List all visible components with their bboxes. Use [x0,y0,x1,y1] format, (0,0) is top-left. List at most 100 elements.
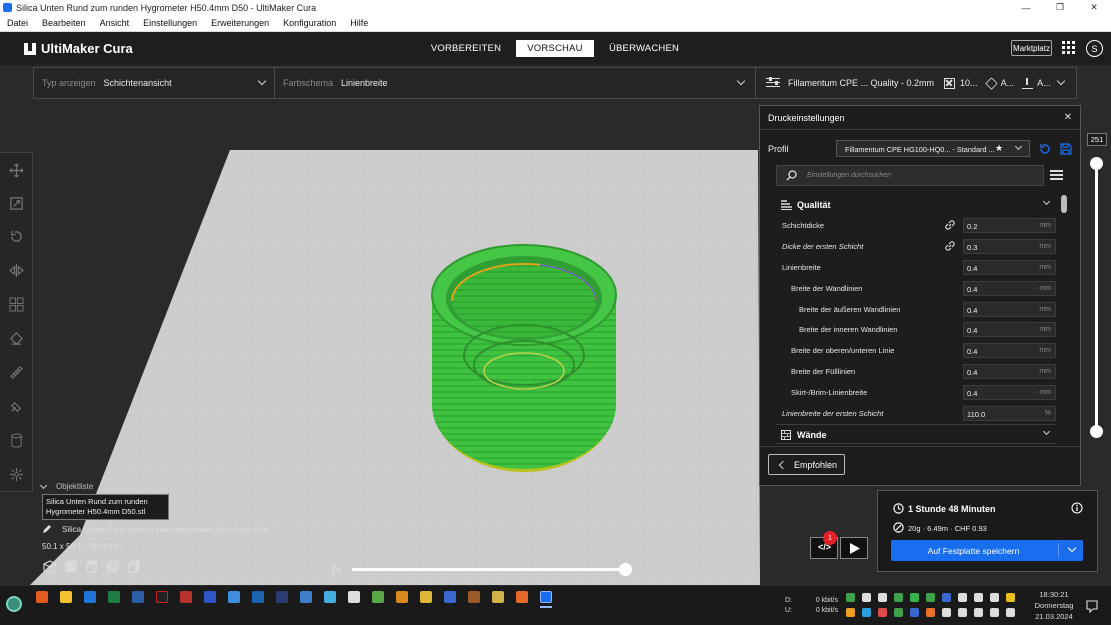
link-icon[interactable] [945,220,955,230]
object-list-item[interactable]: Silica Unten Rund zum runden Hygrometer … [42,524,268,534]
file-explorer-icon[interactable] [60,591,72,603]
tray-icon[interactable] [1006,593,1015,602]
move-tool-icon[interactable] [9,163,24,178]
tray-icon[interactable] [910,593,919,602]
play-button[interactable] [840,537,868,559]
app-grid-icon[interactable] [348,591,360,603]
tab-vorbereiten[interactable]: VORBEREITEN [428,40,504,57]
mirror-tool-icon[interactable] [9,263,24,278]
autodesk-icon[interactable] [156,591,168,603]
preview-slider-track[interactable] [352,568,626,571]
measure-tool-icon[interactable] [9,365,24,380]
restore-icon[interactable]: ❐ [1043,0,1077,15]
settings-scrollbar[interactable] [1061,195,1067,443]
outlook-icon[interactable] [84,591,96,603]
tray-icon[interactable] [878,593,887,602]
app-red-icon[interactable] [180,591,192,603]
save-to-disk-button[interactable]: Auf Festplatte speichern [891,540,1083,561]
breite-wandlinien-input[interactable]: 0.4 mm [963,281,1056,296]
marketplace-button[interactable]: Marktplatz [1011,40,1052,56]
object-list-toggle[interactable]: Objektliste [39,481,93,491]
view-type-dropdown[interactable]: Typ anzeigen Schichtenansicht [34,68,275,98]
close-window-icon[interactable]: ✕ [1077,0,1111,15]
dicke-erste-schicht-input[interactable]: 0.3 mm [963,239,1056,254]
app-monitor-icon[interactable] [252,591,264,603]
tray-icon[interactable] [862,593,871,602]
tab-vorschau[interactable]: VORSCHAU [516,40,594,57]
paint-tool-icon[interactable] [9,399,24,414]
app-brown-icon[interactable] [468,591,480,603]
save-profile-icon[interactable] [1060,143,1072,155]
tray-icon[interactable] [974,593,983,602]
app-gold-icon[interactable] [492,591,504,603]
keyboard-icon[interactable] [1006,608,1015,617]
breite-aeussere-wandlinien-input[interactable]: 0.4 mm [963,302,1056,317]
menu-ansicht[interactable]: Ansicht [93,18,137,28]
tray-icon[interactable] [846,593,855,602]
app-orange-icon[interactable] [396,591,408,603]
app-lightblue-icon[interactable] [228,591,240,603]
app-orange2-icon[interactable] [516,591,528,603]
start-icon[interactable] [6,596,22,612]
view-left-icon[interactable] [106,560,120,574]
scale-tool-icon[interactable] [9,196,24,211]
menu-einstellungen[interactable]: Einstellungen [136,18,204,28]
info-icon[interactable] [1071,502,1083,514]
settings-search-input[interactable]: Einstellungen durchsuchen [776,165,1044,186]
app-green-icon[interactable] [372,591,384,603]
support-blocker-icon[interactable] [9,331,24,346]
layer-slider-top-handle[interactable] [1090,157,1103,170]
tray-icon[interactable] [878,608,887,617]
menu-konfiguration[interactable]: Konfiguration [276,18,343,28]
arrange-tool-icon[interactable] [9,467,24,482]
notifications-icon[interactable] [1085,599,1099,613]
tray-icon[interactable] [894,593,903,602]
menu-datei[interactable]: Datei [0,18,35,28]
schichtdicke-input[interactable]: 0.2 mm [963,218,1056,233]
cylinder-tool-icon[interactable] [9,433,24,448]
account-avatar[interactable]: S [1086,40,1103,57]
minimize-icon[interactable]: — [1009,0,1043,15]
taskbar-clock[interactable]: 18:30:21 Donnerstag 21.03.2024 [1030,589,1078,622]
tray-icon[interactable] [910,608,919,617]
app-cyan-icon[interactable] [324,591,336,603]
tray-icon[interactable] [942,608,951,617]
chevron-down-icon[interactable] [1067,543,1077,553]
menu-hilfe[interactable]: Hilfe [343,18,375,28]
reset-profile-icon[interactable] [1039,143,1051,155]
menu-erweiterungen[interactable]: Erweiterungen [204,18,276,28]
close-icon[interactable]: ✕ [1064,112,1072,123]
apps-grid-icon[interactable] [1062,41,1076,55]
layer-slider-track[interactable] [1095,157,1098,432]
tray-icon[interactable] [958,593,967,602]
view-right-icon[interactable] [127,560,141,574]
play-simulation-icon[interactable] [330,564,342,576]
breite-fuelllinien-input[interactable]: 0.4 mm [963,364,1056,379]
print-setup-selector[interactable]: Fillamentum CPE ... Quality - 0.2mm 10..… [756,68,1076,98]
layer-number-box[interactable]: 251 [1087,133,1107,146]
app-navy-icon[interactable] [276,591,288,603]
firefox-icon[interactable] [36,591,48,603]
section-walls[interactable]: Wände [776,424,1056,444]
app-steel-icon[interactable] [300,591,312,603]
breite-innere-wandlinien-input[interactable]: 0.4 mm [963,322,1056,337]
volume-icon[interactable] [974,608,983,617]
tray-icon[interactable] [846,608,855,617]
link-icon[interactable] [945,241,955,251]
recommended-button[interactable]: Empfohlen [768,454,845,475]
app-blue-icon[interactable] [204,591,216,603]
tray-icon[interactable] [926,593,935,602]
section-quality[interactable]: Qualität [776,195,1056,215]
linienbreite-input[interactable]: 0.4 mm [963,260,1056,275]
per-model-settings-icon[interactable] [9,297,24,312]
tray-icon[interactable] [942,593,951,602]
excel-icon[interactable] [108,591,120,603]
tray-icon[interactable] [862,608,871,617]
wifi-icon[interactable] [958,608,967,617]
app-yellow-icon[interactable] [420,591,432,603]
tray-icon[interactable] [926,608,935,617]
tab-ueberwachen[interactable]: ÜBERWACHEN [606,40,682,57]
preview-slider-handle[interactable] [618,563,632,576]
cura-taskbar-icon[interactable] [540,591,552,603]
word-icon[interactable] [132,591,144,603]
